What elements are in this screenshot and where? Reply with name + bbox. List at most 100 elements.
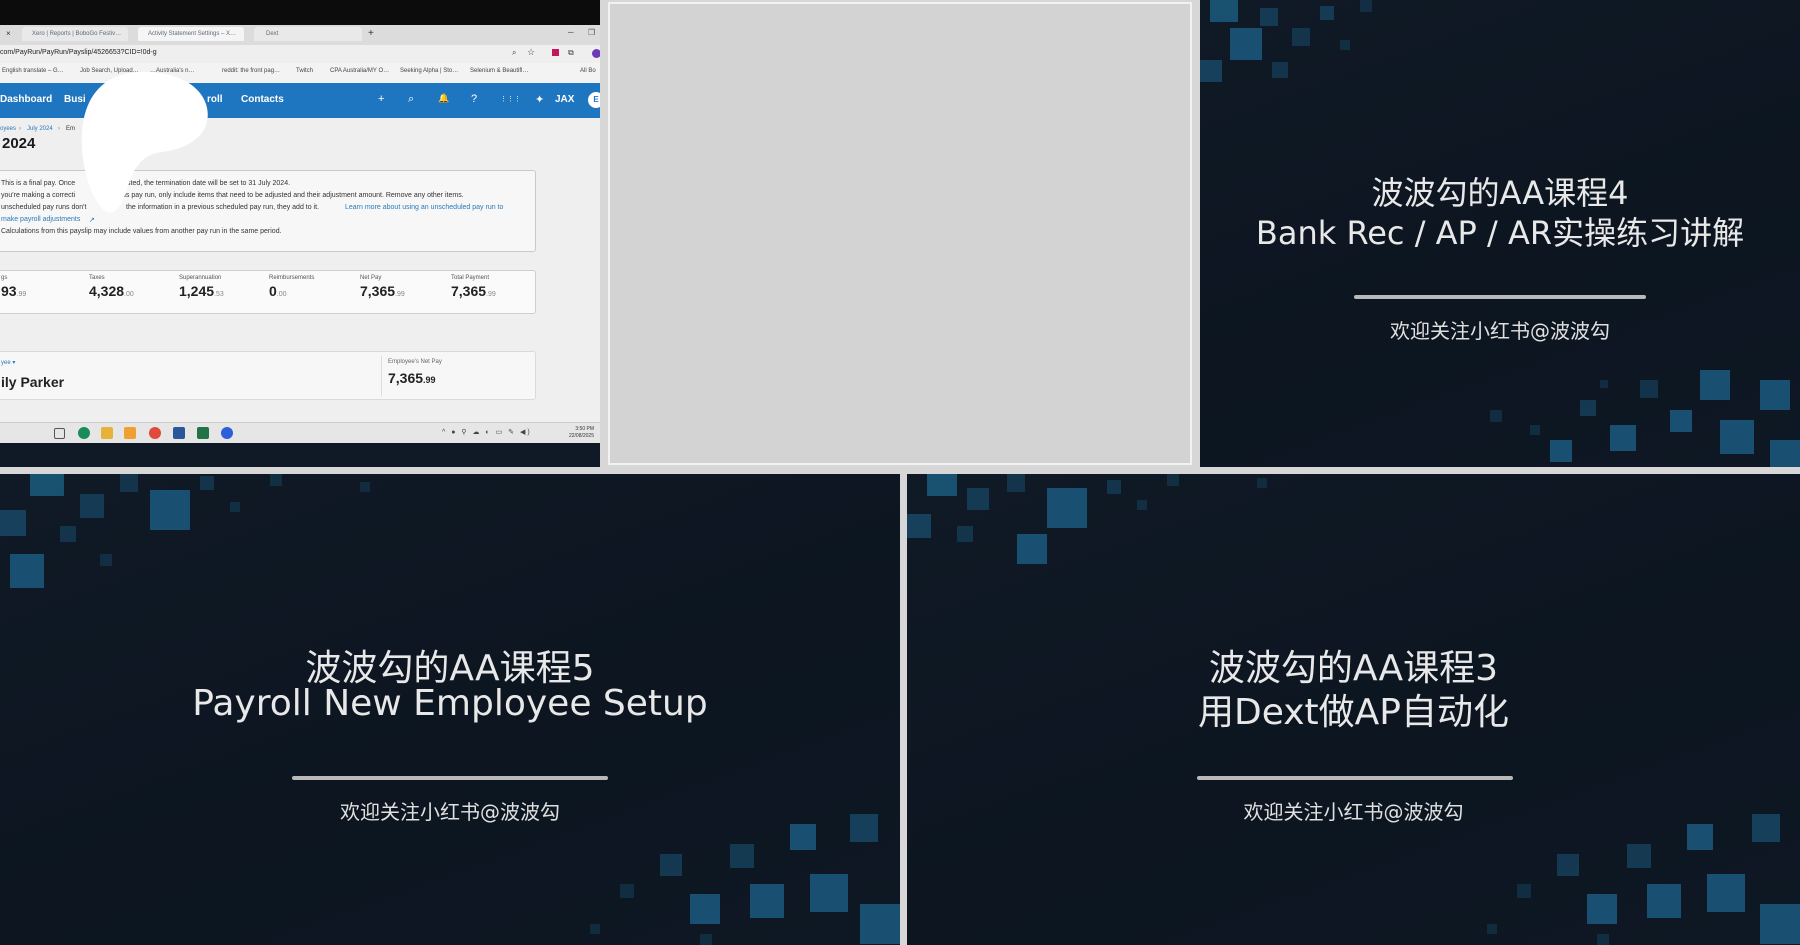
stat-value: 0.00: [269, 283, 287, 299]
slide-course-4: 波波勾的AA课程4 Bank Rec / AP / AR实操练习讲解 欢迎关注小…: [1200, 0, 1800, 467]
slide-divider: [1354, 295, 1646, 299]
puzzle-icon[interactable]: ⧉: [568, 48, 574, 58]
system-tray-icons[interactable]: ^ ● ⚲ ☁ ◐ ▭ ✎ ◀): [442, 428, 532, 436]
net-pay-label: Employee's Net Pay: [388, 359, 442, 365]
clock-date: 22/08/2025: [568, 433, 594, 439]
stat-label: Taxes: [89, 275, 105, 281]
payroll-adjustments-link[interactable]: make payroll adjustments: [1, 216, 80, 223]
stat-superannuation: Superannuation 1,245.53: [179, 275, 224, 299]
screen-share-browser: × Xero | Reports | BoboGo Festiv… Activi…: [0, 0, 600, 467]
word-icon[interactable]: [173, 427, 185, 439]
slide-divider: [1197, 776, 1513, 780]
breadcrumb-employees[interactable]: oyees: [0, 126, 16, 132]
nav-dashboard[interactable]: Dashboard: [0, 94, 52, 105]
stat-label: Reimbursements: [269, 275, 315, 281]
tab-activity-statement[interactable]: Activity Statement Settings – X…: [138, 27, 244, 41]
app-icon[interactable]: [124, 427, 136, 439]
stat-label: gs: [1, 275, 8, 281]
stat-net-pay: Net Pay 7,365.99: [360, 275, 405, 299]
search-icon[interactable]: ⌕: [408, 93, 414, 106]
slide-subtitle: 欢迎关注小红书@波波勾: [1243, 800, 1464, 824]
avatar[interactable]: E: [588, 92, 600, 108]
whiteout-blob: [81, 71, 208, 213]
employee-panel: yee ▾ ily Parker Employee's Net Pay 7,36…: [0, 351, 536, 400]
jax-label[interactable]: JAX: [555, 94, 574, 105]
title-bar: [0, 0, 600, 25]
stat-total-payment: Total Payment 7,365.99: [451, 275, 496, 299]
slide-divider: [292, 776, 608, 780]
learn-more-link[interactable]: Learn more about using an unscheduled pa…: [345, 204, 503, 211]
extension-icon[interactable]: [552, 49, 559, 56]
address-bar[interactable]: com/PayRun/PayRun/Payslip/4526653?CID=!0…: [0, 45, 600, 63]
restore-icon[interactable]: ❐: [588, 28, 595, 37]
slide-subtitle: 欢迎关注小红书@波波勾: [340, 800, 560, 824]
notice-text: you're making a correcti: [1, 192, 76, 199]
bookmark-item[interactable]: All Bo: [580, 68, 596, 74]
stat-label: Net Pay: [360, 275, 382, 281]
notice-text: This is a final pay. Once: [1, 180, 76, 187]
task-view-icon[interactable]: [54, 428, 65, 439]
stat-value: 1,245.53: [179, 283, 224, 299]
employee-selector[interactable]: yee ▾: [1, 359, 15, 366]
notice-text: unscheduled pay runs don't: [1, 204, 87, 211]
external-link-icon: ↗: [89, 217, 95, 224]
bell-icon[interactable]: 🔔: [438, 93, 449, 104]
notice-text: Calculations from this payslip may inclu…: [1, 228, 282, 235]
star-icon[interactable]: ☆: [527, 47, 535, 58]
system-clock[interactable]: 3:50 PM 22/08/2025: [569, 426, 594, 440]
stat-reimbursements: Reimbursements 0.00: [269, 275, 314, 299]
stat-label: Total Payment: [451, 275, 490, 281]
minimize-icon[interactable]: –: [568, 27, 574, 38]
net-pay-value: 7,365.99: [388, 370, 436, 386]
slide-subtitle: 欢迎关注小红书@波波勾: [1390, 319, 1610, 343]
breadcrumb-separator: ›: [19, 126, 21, 132]
zoom-app-icon[interactable]: [221, 427, 233, 439]
zoom-icon[interactable]: ⌕: [512, 48, 516, 58]
tab-xero-reports[interactable]: Xero | Reports | BoboGo Festiv…: [22, 27, 128, 41]
employee-name: ily Parker: [1, 374, 65, 390]
profile-icon[interactable]: [592, 49, 600, 58]
stat-label: Superannuation: [179, 275, 222, 281]
bookmark-item[interactable]: Selenium & Beautifl…: [470, 68, 528, 74]
help-icon[interactable]: ?: [471, 93, 477, 105]
slide-title-line2: Payroll New Employee Setup: [192, 683, 708, 724]
stat-earnings: gs 93.99: [1, 275, 26, 299]
chrome-icon[interactable]: [149, 427, 161, 439]
new-tab-button[interactable]: +: [368, 28, 374, 39]
slide-title-line2: 用Dext做AP自动化: [1198, 692, 1509, 733]
folder-icon[interactable]: [101, 427, 113, 439]
breadcrumb-pay-run[interactable]: July 2024: [27, 126, 53, 132]
tab-label: Dext: [266, 31, 279, 37]
windows-taskbar: ^ ● ⚲ ☁ ◐ ▭ ✎ ◀) 3:50 PM 22/08/2025: [0, 422, 600, 443]
bookmark-item[interactable]: reddit: the front pag…: [222, 68, 280, 74]
stat-value: 7,365.99: [451, 283, 496, 299]
tab-label: Activity Statement Settings – X…: [148, 31, 237, 37]
slide-course-3: 波波勾的AA课程3 用Dext做AP自动化 欢迎关注小红书@波波勾: [907, 474, 1800, 945]
bookmark-item[interactable]: Twitch: [296, 68, 313, 74]
stat-taxes: Taxes 4,328.00: [89, 275, 134, 299]
tab-label: Xero | Reports | BoboGo Festiv…: [32, 31, 122, 37]
clock-time: 3:50 PM: [575, 426, 594, 432]
stat-value: 7,365.99: [360, 283, 405, 299]
apps-grid-icon[interactable]: ⋮⋮⋮: [500, 95, 521, 103]
slide-title-line2: Bank Rec / AP / AR实操练习讲解: [1255, 214, 1745, 252]
edge-icon[interactable]: [78, 427, 90, 439]
url-text[interactable]: com/PayRun/PayRun/Payslip/4526653?CID=!0…: [0, 49, 157, 56]
excel-icon[interactable]: [197, 427, 209, 439]
bookmark-item[interactable]: CPA Australia/MY O…: [330, 68, 389, 74]
stat-value: 93.99: [1, 283, 27, 299]
nav-contacts[interactable]: Contacts: [241, 94, 284, 105]
bookmark-item[interactable]: Seeking Alpha | Sto…: [400, 68, 458, 74]
breadcrumb-current: Em: [66, 126, 75, 132]
bookmark-item[interactable]: English translate – G…: [2, 68, 64, 74]
payslip-summary: gs 93.99 Taxes 4,328.00 Superannuation 1…: [0, 270, 536, 314]
tab-strip: × Xero | Reports | BoboGo Festiv… Activi…: [0, 25, 600, 45]
tab-close[interactable]: ×: [6, 29, 11, 38]
employee-net-pay: Employee's Net Pay 7,365.99: [381, 356, 532, 396]
add-icon[interactable]: +: [378, 93, 384, 105]
sparkle-icon[interactable]: ✦: [535, 93, 544, 106]
stat-value: 4,328.00: [89, 283, 134, 299]
blank-panel: [608, 2, 1192, 465]
tab-dext[interactable]: Dext: [254, 27, 362, 41]
slide-course-5: 波波勾的AA课程5 Payroll New Employee Setup 欢迎关…: [0, 474, 900, 945]
